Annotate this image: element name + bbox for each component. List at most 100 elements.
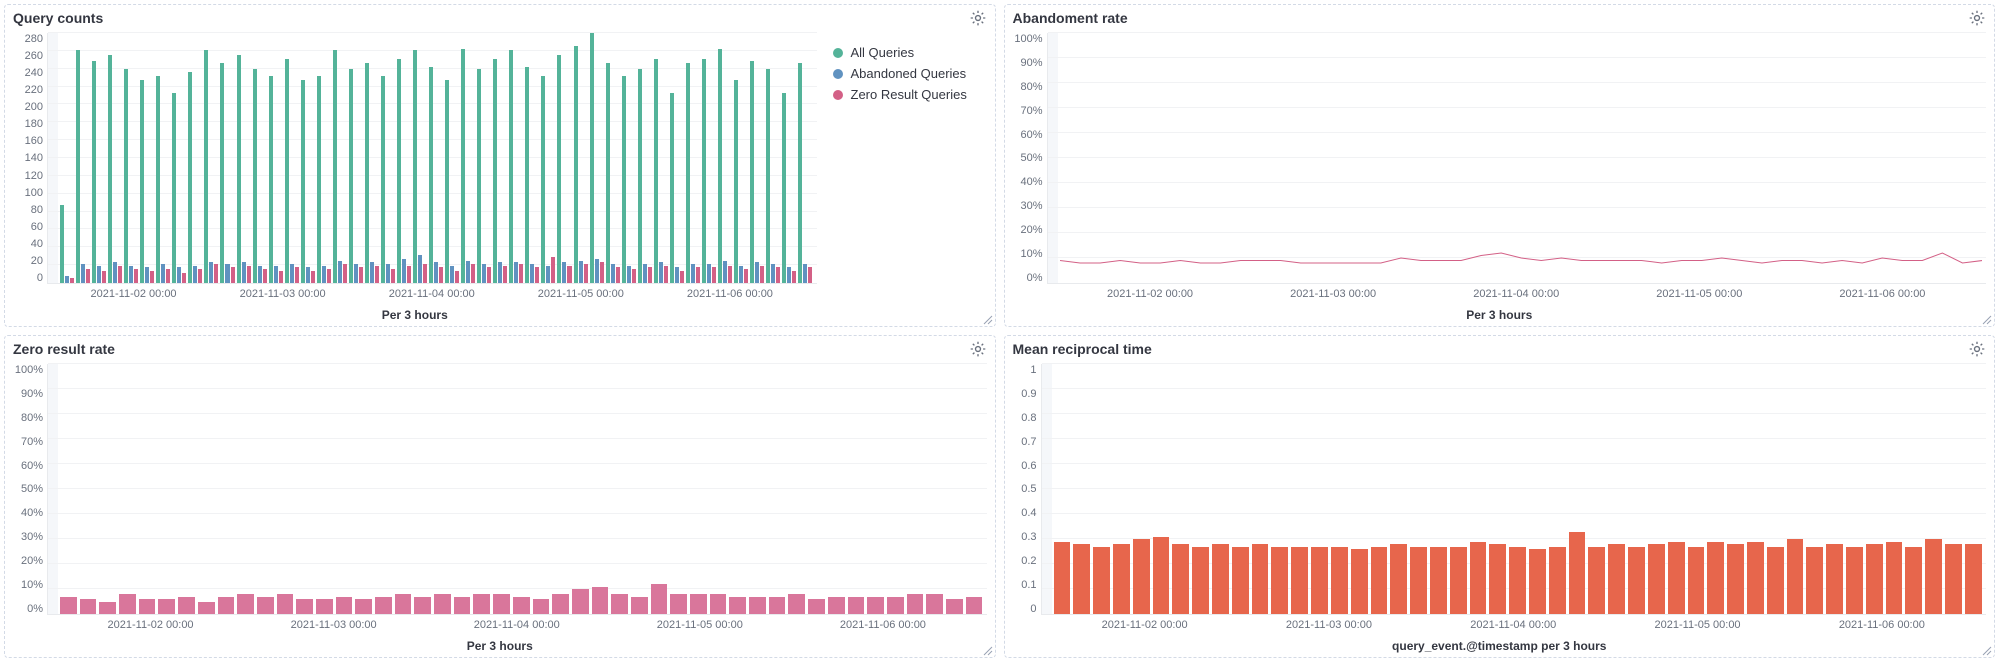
bar[interactable] xyxy=(247,266,251,283)
bar[interactable] xyxy=(600,262,604,283)
bar[interactable] xyxy=(156,76,160,283)
legend-item[interactable]: Abandoned Queries xyxy=(833,66,983,81)
bar[interactable] xyxy=(423,264,427,283)
bar[interactable] xyxy=(258,266,262,283)
bar[interactable] xyxy=(134,269,138,283)
bar[interactable] xyxy=(616,267,620,283)
bar[interactable] xyxy=(535,267,539,283)
bar[interactable] xyxy=(97,266,101,283)
bar[interactable] xyxy=(1509,547,1526,615)
bar-group[interactable] xyxy=(622,33,636,283)
line-series[interactable] xyxy=(1060,33,1983,283)
bar[interactable] xyxy=(108,55,112,283)
bar[interactable] xyxy=(182,273,186,283)
gear-icon[interactable] xyxy=(969,340,987,358)
bar[interactable] xyxy=(322,266,326,283)
bar[interactable] xyxy=(395,594,412,614)
bar[interactable] xyxy=(1073,544,1090,614)
bar[interactable] xyxy=(557,55,561,283)
bar-group[interactable] xyxy=(445,33,459,283)
bar[interactable] xyxy=(161,264,165,283)
bar[interactable] xyxy=(414,597,431,615)
bar[interactable] xyxy=(1668,542,1685,615)
bar[interactable] xyxy=(145,267,149,283)
bar[interactable] xyxy=(734,80,738,283)
bar[interactable] xyxy=(375,597,392,615)
bar[interactable] xyxy=(445,80,449,283)
bar-group[interactable] xyxy=(686,33,700,283)
bar[interactable] xyxy=(140,80,144,283)
bar[interactable] xyxy=(1747,542,1764,615)
bar[interactable] xyxy=(301,80,305,283)
bar[interactable] xyxy=(306,267,310,283)
bar[interactable] xyxy=(1905,547,1922,615)
bar[interactable] xyxy=(1886,542,1903,615)
bar[interactable] xyxy=(1311,547,1328,615)
bar[interactable] xyxy=(150,271,154,283)
bar[interactable] xyxy=(296,599,313,614)
chart-plot[interactable] xyxy=(47,33,817,284)
bar[interactable] xyxy=(887,597,904,615)
bar-group[interactable] xyxy=(333,33,347,283)
bar[interactable] xyxy=(1470,542,1487,615)
bar-group[interactable] xyxy=(477,33,491,283)
bar[interactable] xyxy=(1093,547,1110,615)
bar[interactable] xyxy=(343,264,347,283)
bar[interactable] xyxy=(1767,547,1784,615)
bar[interactable] xyxy=(295,267,299,283)
bar[interactable] xyxy=(946,599,963,614)
bar-group[interactable] xyxy=(574,33,588,283)
bar[interactable] xyxy=(1925,539,1942,614)
bar-group[interactable] xyxy=(557,33,571,283)
bar[interactable] xyxy=(710,594,727,614)
bar[interactable] xyxy=(177,267,181,283)
bar[interactable] xyxy=(519,264,523,283)
bar[interactable] xyxy=(214,264,218,283)
bar[interactable] xyxy=(1212,544,1229,614)
bar[interactable] xyxy=(81,264,85,283)
bar[interactable] xyxy=(370,262,374,283)
bar-group[interactable] xyxy=(140,33,154,283)
bar[interactable] xyxy=(739,266,743,283)
bar-group[interactable] xyxy=(253,33,267,283)
bar[interactable] xyxy=(139,599,156,614)
bar[interactable] xyxy=(86,269,90,283)
bar-group[interactable] xyxy=(204,33,218,283)
bar[interactable] xyxy=(728,266,732,283)
bar[interactable] xyxy=(1232,547,1249,615)
bar[interactable] xyxy=(1866,544,1883,614)
bar[interactable] xyxy=(311,271,315,283)
bar[interactable] xyxy=(218,597,235,615)
bar-group[interactable] xyxy=(590,33,604,283)
bar-group[interactable] xyxy=(381,33,395,283)
bar[interactable] xyxy=(198,602,215,615)
bar[interactable] xyxy=(290,264,294,283)
bar[interactable] xyxy=(487,267,491,283)
bar-group[interactable] xyxy=(349,33,363,283)
legend-item[interactable]: Zero Result Queries xyxy=(833,87,983,102)
bar[interactable] xyxy=(418,255,422,283)
bar[interactable] xyxy=(381,76,385,283)
bar[interactable] xyxy=(316,599,333,614)
bar[interactable] xyxy=(723,261,727,283)
bar[interactable] xyxy=(1291,547,1308,615)
bar-group[interactable] xyxy=(237,33,251,283)
bar[interactable] xyxy=(333,50,337,283)
bar[interactable] xyxy=(493,59,497,283)
bar-group[interactable] xyxy=(285,33,299,283)
bar[interactable] xyxy=(450,266,454,283)
bar[interactable] xyxy=(1569,532,1586,615)
bar[interactable] xyxy=(631,597,648,615)
bar[interactable] xyxy=(253,69,257,283)
bar-group[interactable] xyxy=(365,33,379,283)
bar[interactable] xyxy=(359,267,363,283)
bar[interactable] xyxy=(541,76,545,283)
bar-group[interactable] xyxy=(493,33,507,283)
bar[interactable] xyxy=(80,599,97,614)
bar[interactable] xyxy=(274,266,278,283)
bar[interactable] xyxy=(279,271,283,283)
bar[interactable] xyxy=(798,63,802,283)
bar[interactable] xyxy=(552,594,569,614)
bar-group[interactable] xyxy=(606,33,620,283)
bar[interactable] xyxy=(1846,547,1863,615)
